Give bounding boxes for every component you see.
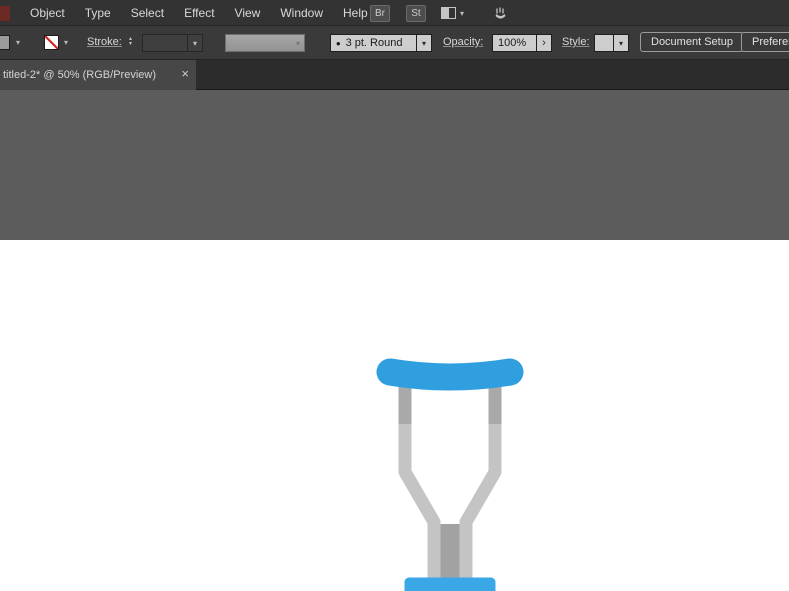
stroke-weight-stepper[interactable]: ▴ ▾ xyxy=(129,37,132,47)
document-setup-button[interactable]: Document Setup xyxy=(640,32,744,52)
menu-items: Object Type Select Effect View Window He… xyxy=(20,0,378,26)
style-label[interactable]: Style: xyxy=(562,36,590,48)
style-field[interactable] xyxy=(594,34,614,52)
opacity-panel-arrow[interactable]: › xyxy=(537,34,552,52)
menu-bar: Object Type Select Effect View Window He… xyxy=(0,0,789,26)
arrange-documents-icon[interactable] xyxy=(441,7,456,19)
style-dropdown-chevron[interactable]: ▾ xyxy=(614,34,629,52)
opacity-label[interactable]: Opacity: xyxy=(443,36,483,48)
crutch-grip[interactable] xyxy=(409,582,491,591)
document-tab-bar: titled-2* @ 50% (RGB/Preview) × xyxy=(0,60,789,90)
fill-color-chevron-icon[interactable]: ▾ xyxy=(16,39,20,47)
stroke-weight-input[interactable] xyxy=(142,34,188,52)
menu-object[interactable]: Object xyxy=(20,0,75,26)
opacity-value: 100% xyxy=(498,37,526,49)
stock-button[interactable]: St xyxy=(406,5,426,22)
brush-definition-field[interactable]: • 3 pt. Round xyxy=(330,34,417,52)
opacity-input[interactable]: 100% xyxy=(492,34,537,52)
stroke-color-swatch[interactable] xyxy=(44,35,59,50)
stroke-color-chevron-icon[interactable]: ▾ xyxy=(64,39,68,47)
stroke-weight-dropdown[interactable]: ▾ xyxy=(188,34,203,52)
tab-close-icon[interactable]: × xyxy=(181,67,189,81)
document-tab[interactable]: titled-2* @ 50% (RGB/Preview) × xyxy=(0,60,196,90)
fill-color-swatch[interactable] xyxy=(0,35,10,50)
bridge-button[interactable]: Br xyxy=(370,5,390,22)
document-tab-title: titled-2* @ 50% (RGB/Preview) xyxy=(3,69,171,81)
crutch-artwork[interactable] xyxy=(330,344,570,591)
brush-name: 3 pt. Round xyxy=(346,37,403,49)
variable-width-profile-dropdown: ▾ xyxy=(225,34,305,52)
menu-effect[interactable]: Effect xyxy=(174,0,224,26)
clipped-toolbar-icon xyxy=(0,6,10,21)
pasteboard[interactable] xyxy=(0,90,789,240)
preferences-button[interactable]: Preferences xyxy=(741,32,789,52)
brush-preview-dot-icon: • xyxy=(336,36,341,51)
crutch-underarm-pad[interactable] xyxy=(390,372,510,377)
menu-select[interactable]: Select xyxy=(121,0,174,26)
stepper-down-icon[interactable]: ▾ xyxy=(129,42,132,47)
menu-view[interactable]: View xyxy=(225,0,271,26)
arrange-documents-pane-empty xyxy=(449,8,456,18)
touch-workspace-icon[interactable] xyxy=(492,5,509,27)
stroke-weight-label[interactable]: Stroke: xyxy=(87,36,122,48)
brush-definition-chevron[interactable]: ▾ xyxy=(417,34,432,52)
control-bar: ▾ ▾ Stroke: ▴ ▾ ▾ ▾ • 3 pt. Round ▾ Opac… xyxy=(0,26,789,60)
menu-type[interactable]: Type xyxy=(75,0,121,26)
illustrator-window: Object Type Select Effect View Window He… xyxy=(0,0,789,591)
canvas-viewport[interactable] xyxy=(0,90,789,591)
arrange-documents-chevron-icon[interactable]: ▾ xyxy=(460,9,464,18)
menu-window[interactable]: Window xyxy=(270,0,333,26)
